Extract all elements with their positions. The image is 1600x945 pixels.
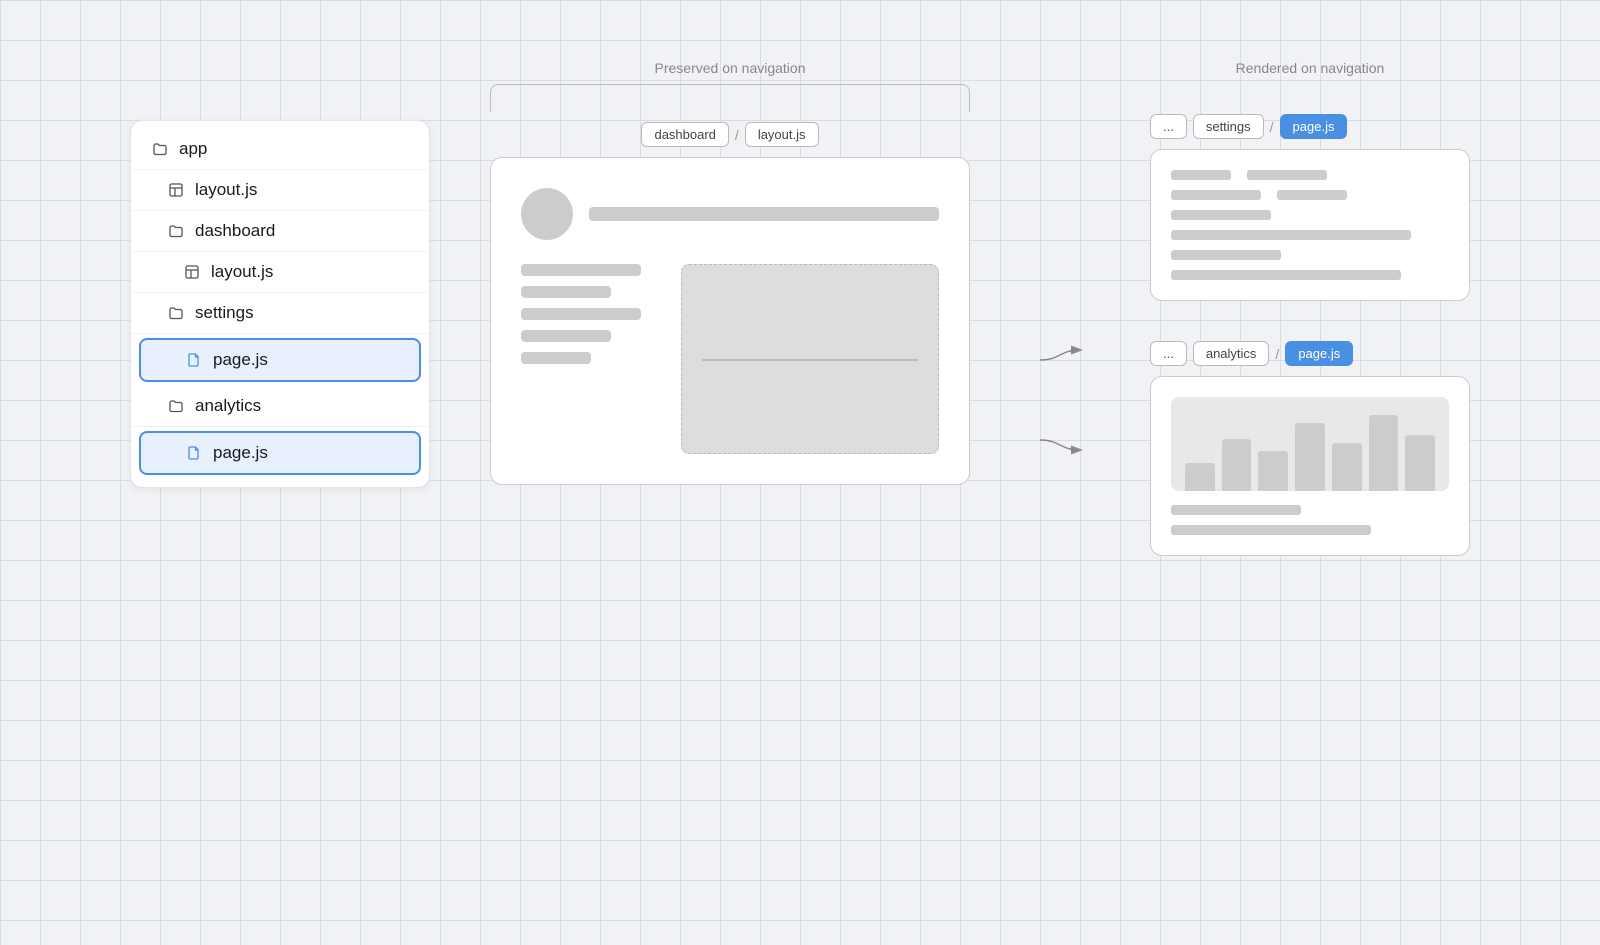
pill-sep-1: / bbox=[735, 127, 739, 143]
rc-row-2 bbox=[1171, 190, 1449, 200]
right-bottom-breadcrumbs: ... analytics / page.js bbox=[1150, 341, 1470, 366]
chart-bar-4 bbox=[1295, 423, 1325, 491]
wf-image-line bbox=[702, 359, 918, 361]
wf-line-3 bbox=[521, 308, 641, 320]
right-top-breadcrumbs: ... settings / page.js bbox=[1150, 114, 1470, 139]
wf-header-line bbox=[589, 207, 939, 221]
chart-bar-7 bbox=[1405, 435, 1435, 491]
rc-row-1 bbox=[1171, 170, 1449, 180]
right-top-pill-page-js: page.js bbox=[1280, 114, 1348, 139]
wf-line-4 bbox=[521, 330, 611, 342]
right-bottom-group: ... analytics / page.js bbox=[1150, 341, 1470, 556]
wf-line-2 bbox=[521, 286, 611, 298]
main-wireframe bbox=[490, 157, 970, 485]
middle-column: Preserved on navigation dashboard / layo… bbox=[490, 60, 970, 485]
right-bottom-pill-analytics: analytics bbox=[1193, 341, 1270, 366]
wf-body bbox=[521, 264, 939, 454]
sidebar-item-page-js-1-label: page.js bbox=[213, 350, 268, 370]
chart-area bbox=[1171, 397, 1449, 491]
right-bottom-sep: / bbox=[1275, 346, 1279, 362]
sidebar-item-settings[interactable]: settings bbox=[131, 293, 429, 334]
arrow-area bbox=[1030, 300, 1090, 500]
arrows-svg bbox=[1030, 300, 1090, 500]
rc-row-4 bbox=[1171, 230, 1449, 240]
middle-breadcrumbs: dashboard / layout.js bbox=[641, 112, 818, 147]
rc-line-1 bbox=[1171, 170, 1231, 180]
sidebar-item-dashboard-label: dashboard bbox=[195, 221, 275, 241]
sidebar-item-app[interactable]: app bbox=[131, 129, 429, 170]
chart-line-1 bbox=[1171, 505, 1301, 515]
sidebar-item-analytics-label: analytics bbox=[195, 396, 261, 416]
rc-line-4 bbox=[1277, 190, 1347, 200]
right-top-pill-dots: ... bbox=[1150, 114, 1187, 139]
chart-line-2 bbox=[1171, 525, 1371, 535]
wf-line-1 bbox=[521, 264, 641, 276]
sidebar-item-analytics[interactable]: analytics bbox=[131, 386, 429, 427]
chart-bar-6 bbox=[1369, 415, 1399, 491]
sidebar-item-layout-js-2-label: layout.js bbox=[211, 262, 273, 282]
rc-line-7 bbox=[1171, 250, 1281, 260]
right-bottom-pill-page-js: page.js bbox=[1285, 341, 1353, 366]
right-column: Rendered on navigation ... settings / pa… bbox=[1150, 60, 1470, 556]
wf-avatar bbox=[521, 188, 573, 240]
rc-line-3 bbox=[1171, 190, 1261, 200]
file-tree: app layout.js dashboard bbox=[130, 120, 430, 488]
pill-layout-js: layout.js bbox=[745, 122, 819, 147]
rc-row-3 bbox=[1171, 210, 1449, 220]
file-icon-2 bbox=[185, 444, 203, 462]
sidebar-item-page-js-2[interactable]: page.js bbox=[139, 431, 421, 475]
sidebar-item-dashboard[interactable]: dashboard bbox=[131, 211, 429, 252]
right-top-group: ... settings / page.js bbox=[1150, 114, 1470, 301]
wf-header bbox=[521, 188, 939, 240]
sidebar-item-layout-js-2[interactable]: layout.js bbox=[131, 252, 429, 293]
sidebar-item-layout-js-1[interactable]: layout.js bbox=[131, 170, 429, 211]
layout-icon bbox=[167, 181, 185, 199]
chart-bars bbox=[1185, 411, 1435, 491]
main-container: app layout.js dashboard bbox=[0, 0, 1600, 945]
rc-line-5 bbox=[1171, 210, 1271, 220]
sidebar-item-page-js-2-label: page.js bbox=[213, 443, 268, 463]
wf-image-box bbox=[681, 264, 939, 454]
chart-bar-3 bbox=[1258, 451, 1288, 491]
right-top-sep: / bbox=[1270, 119, 1274, 135]
chart-bar-1 bbox=[1185, 463, 1215, 491]
folder-icon bbox=[151, 140, 169, 158]
chart-bar-5 bbox=[1332, 443, 1362, 491]
folder-icon-4 bbox=[167, 397, 185, 415]
pill-dashboard: dashboard bbox=[641, 122, 728, 147]
folder-icon-3 bbox=[167, 304, 185, 322]
wf-left-col bbox=[521, 264, 661, 454]
right-bottom-pill-dots: ... bbox=[1150, 341, 1187, 366]
sidebar-item-page-js-1[interactable]: page.js bbox=[139, 338, 421, 382]
right-bottom-card bbox=[1150, 376, 1470, 556]
layout-icon-2 bbox=[183, 263, 201, 281]
rc-row-6 bbox=[1171, 270, 1449, 280]
rc-row-5 bbox=[1171, 250, 1449, 260]
rc-line-2 bbox=[1247, 170, 1327, 180]
sidebar-item-settings-label: settings bbox=[195, 303, 254, 323]
rendered-label: Rendered on navigation bbox=[1150, 60, 1470, 76]
wf-line-5 bbox=[521, 352, 591, 364]
folder-icon-2 bbox=[167, 222, 185, 240]
sidebar-item-app-label: app bbox=[179, 139, 207, 159]
rc-line-6 bbox=[1171, 230, 1411, 240]
rc-line-8 bbox=[1171, 270, 1401, 280]
preserved-bracket bbox=[490, 84, 970, 112]
right-top-pill-settings: settings bbox=[1193, 114, 1264, 139]
chart-caption bbox=[1171, 505, 1449, 535]
file-icon bbox=[185, 351, 203, 369]
sidebar-item-layout-js-1-label: layout.js bbox=[195, 180, 257, 200]
right-top-card bbox=[1150, 149, 1470, 301]
chart-bar-2 bbox=[1222, 439, 1252, 491]
preserved-label: Preserved on navigation bbox=[655, 60, 806, 76]
